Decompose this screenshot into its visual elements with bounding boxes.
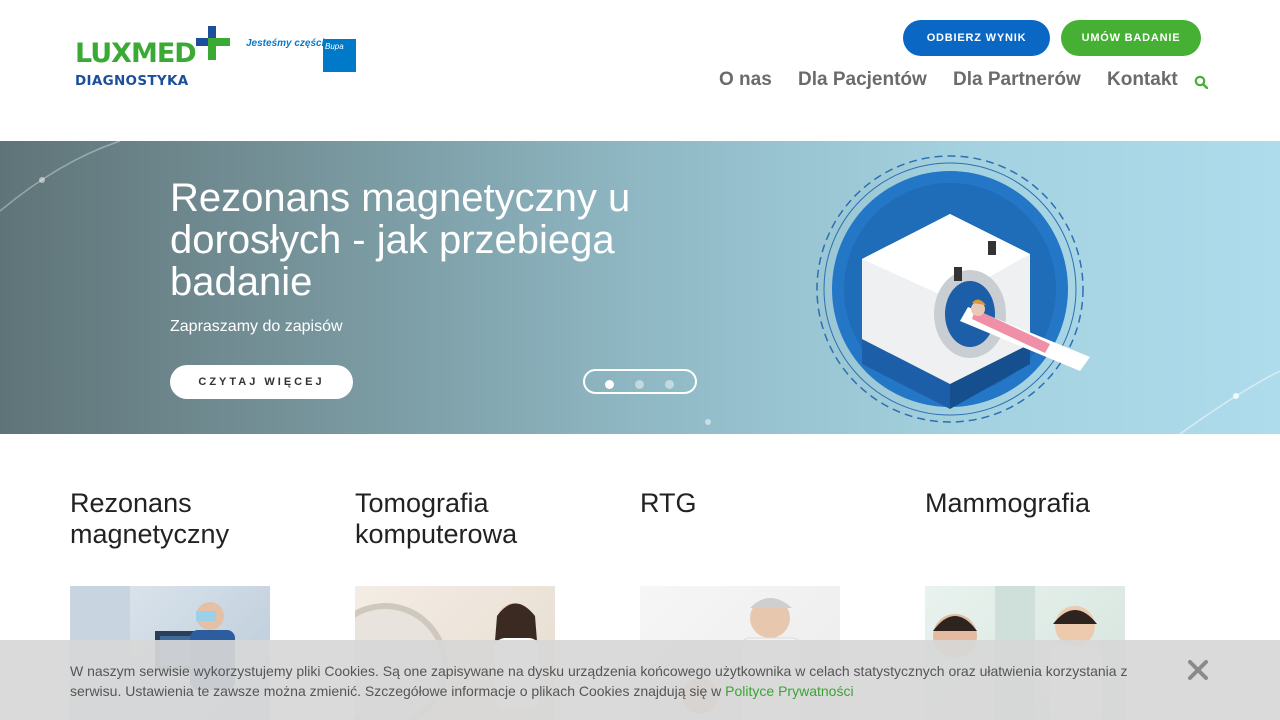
service-title-ct[interactable]: Tomografia komputerowa [355, 488, 575, 550]
privacy-policy-link[interactable]: Polityce Prywatności [725, 683, 853, 699]
mri-scanner-illustration [816, 155, 1090, 423]
bupa-logo-text: Bupa [325, 42, 344, 51]
service-title-rtg[interactable]: RTG [640, 488, 860, 519]
search-icon[interactable] [1194, 75, 1208, 89]
slide-dot-3[interactable] [665, 380, 674, 389]
nav-item-about[interactable]: O nas [719, 69, 772, 93]
slide-dot-2[interactable] [635, 380, 644, 389]
nav-item-patients[interactable]: Dla Pacjentów [798, 69, 927, 93]
site-header: LUXMED DIAGNOSTYKA Jesteśmy częścią Bupa… [0, 0, 1280, 141]
slide-dot-1[interactable] [605, 380, 614, 389]
cookie-text: W naszym serwisie wykorzystujemy pliki C… [70, 661, 1140, 701]
service-title-mri[interactable]: Rezonans magnetyczny [70, 488, 290, 550]
hero-subtitle: Zapraszamy do zapisów [170, 318, 343, 335]
logo-sub-text: DIAGNOSTYKA [75, 73, 189, 89]
service-title-mammography[interactable]: Mammografia [925, 488, 1145, 519]
hero-title: Rezonans magnetyczny u dorosłych - jak p… [170, 176, 631, 304]
cookie-message: W naszym serwisie wykorzystujemy pliki C… [70, 663, 1128, 699]
slider-pagination [583, 369, 697, 394]
nav-item-contact[interactable]: Kontakt [1107, 69, 1178, 93]
read-more-button[interactable]: CZYTAJ WIĘCEJ [170, 365, 353, 399]
get-results-button[interactable]: ODBIERZ WYNIK [903, 20, 1050, 56]
bupa-logo: Bupa [323, 39, 356, 72]
nav-item-partners[interactable]: Dla Partnerów [953, 69, 1081, 93]
partner-tagline: Jesteśmy częścią [246, 38, 330, 49]
book-exam-button[interactable]: UMÓW BADANIE [1061, 20, 1201, 56]
close-icon[interactable] [1187, 659, 1209, 681]
cookie-banner: W naszym serwisie wykorzystujemy pliki C… [0, 640, 1280, 720]
medical-cross-icon [196, 26, 230, 60]
hero-slider: Rezonans magnetyczny u dorosłych - jak p… [0, 141, 1280, 434]
luxmed-logo[interactable]: LUXMED DIAGNOSTYKA [75, 24, 235, 94]
logo-brand-text: LUXMED [75, 38, 197, 69]
